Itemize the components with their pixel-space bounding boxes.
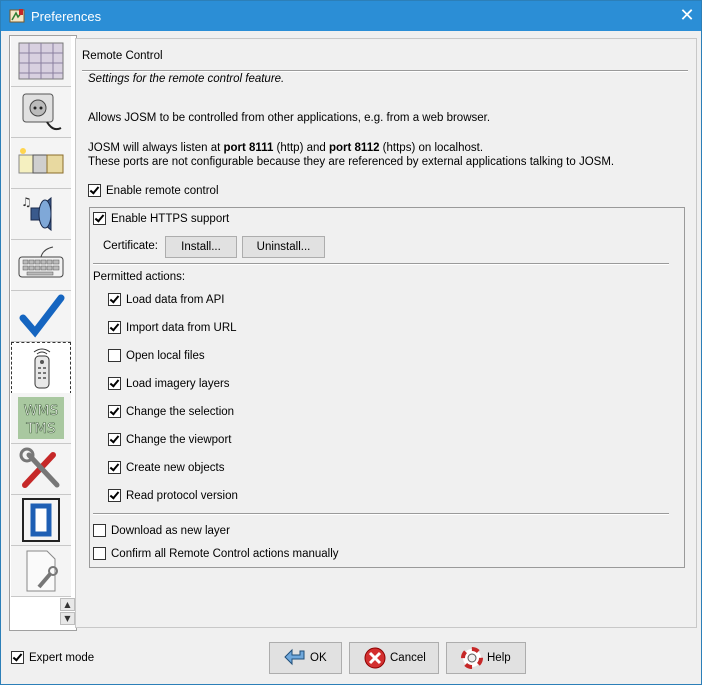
title-bar: Preferences ✕ — [1, 1, 701, 31]
import-data-from-url-checkbox[interactable]: Import data from URL — [108, 321, 237, 334]
checkbox-box[interactable] — [108, 433, 121, 446]
tab-imagery[interactable]: WMS TMS — [11, 393, 71, 444]
tab-remote-control[interactable] — [11, 342, 71, 394]
sound-icon: ♫ — [21, 195, 52, 232]
remote-control-options-group: Enable HTTPS support Certificate: Instal… — [89, 207, 685, 568]
checkbox-box[interactable] — [93, 524, 106, 537]
ok-button[interactable]: OK — [269, 642, 342, 674]
checkbox-box[interactable] — [108, 405, 121, 418]
load-imagery-layers-checkbox[interactable]: Load imagery layers — [108, 377, 230, 390]
port-https: port 8112 — [328, 142, 380, 154]
title-divider — [82, 70, 688, 72]
load-data-from-api-checkbox[interactable]: Load data from API — [108, 293, 224, 306]
change-viewport-checkbox[interactable]: Change the viewport — [108, 433, 231, 446]
checkbox-box[interactable] — [108, 293, 121, 306]
page-subtitle: Settings for the remote control feature. — [88, 73, 285, 85]
checkbox-box[interactable] — [93, 547, 106, 560]
tools-icon — [19, 447, 60, 488]
document-wrench-icon — [26, 550, 58, 592]
tab-validator[interactable] — [11, 291, 71, 342]
help-button[interactable]: Help — [446, 642, 526, 674]
permitted-actions-label: Permitted actions: — [93, 271, 186, 283]
ok-arrow-icon — [284, 648, 305, 666]
plug-icon — [22, 93, 62, 131]
create-new-objects-checkbox[interactable]: Create new objects — [108, 461, 224, 474]
checkbox-box[interactable] — [88, 184, 101, 197]
node-icon — [22, 498, 60, 542]
expert-mode-checkbox[interactable]: Expert mode — [11, 651, 94, 664]
tab-shortcuts[interactable] — [11, 240, 71, 291]
certificate-label: Certificate: — [103, 240, 158, 252]
window-title: Preferences — [31, 9, 102, 24]
map-grid-icon — [18, 42, 64, 80]
lifebuoy-icon — [461, 647, 483, 669]
actions-divider — [93, 513, 669, 515]
port-http: port 8111 — [223, 142, 274, 154]
tab-connection[interactable] — [11, 87, 71, 138]
checkbox-box[interactable] — [108, 461, 121, 474]
install-certificate-button[interactable]: Install... — [165, 236, 237, 258]
remote-control-settings-panel: Remote Control Settings for the remote c… — [75, 38, 697, 628]
checkbox-box[interactable] — [11, 651, 24, 664]
tab-plugins[interactable] — [11, 546, 71, 597]
open-local-files-checkbox[interactable]: Open local files — [108, 349, 205, 362]
tms-label: TMS — [25, 421, 56, 437]
close-icon[interactable]: ✕ — [673, 1, 701, 31]
svg-text:♫: ♫ — [21, 195, 32, 209]
checkmark-icon — [19, 294, 65, 338]
page-title: Remote Control — [82, 50, 163, 62]
tab-map-paint[interactable] — [11, 495, 71, 546]
checkbox-box[interactable] — [108, 349, 121, 362]
enable-remote-control-checkbox[interactable]: Enable remote control — [88, 184, 219, 197]
josm-app-icon — [9, 9, 25, 23]
ports-text: JOSM will always listen at port 8111 (ht… — [88, 142, 484, 154]
tab-data[interactable] — [11, 138, 71, 189]
wms-label: WMS — [24, 403, 59, 419]
remote-control-icon — [33, 348, 51, 389]
description-text: Allows JOSM to be controlled from other … — [88, 112, 491, 124]
download-as-new-layer-checkbox[interactable]: Download as new layer — [93, 524, 230, 537]
checkbox-box[interactable] — [108, 321, 121, 334]
cancel-button[interactable]: Cancel — [349, 642, 439, 674]
folders-icon — [18, 148, 64, 174]
wms-tms-icon: WMS TMS — [18, 397, 64, 439]
tab-audio[interactable]: ♫ — [11, 189, 71, 240]
checkbox-box[interactable] — [93, 212, 106, 225]
enable-https-checkbox[interactable]: Enable HTTPS support — [93, 212, 229, 225]
preferences-tab-list: ♫ WMS TMS ▲ ▼ — [9, 35, 77, 631]
tab-advanced[interactable] — [11, 444, 71, 495]
ports-note-text: These ports are not configurable because… — [88, 156, 615, 168]
keyboard-icon — [18, 246, 64, 278]
https-divider — [93, 263, 669, 265]
checkbox-box[interactable] — [108, 377, 121, 390]
change-selection-checkbox[interactable]: Change the selection — [108, 405, 234, 418]
scroll-down-button[interactable]: ▼ — [60, 612, 75, 625]
uninstall-certificate-button[interactable]: Uninstall... — [242, 236, 325, 258]
scroll-up-button[interactable]: ▲ — [60, 598, 75, 611]
cancel-icon — [364, 647, 386, 669]
preferences-window: Preferences ✕ ♫ WMS TMS ▲ ▼ Remote Contr… — [0, 0, 702, 685]
checkbox-box[interactable] — [108, 489, 121, 502]
read-protocol-version-checkbox[interactable]: Read protocol version — [108, 489, 238, 502]
tab-map-settings[interactable] — [11, 36, 71, 87]
confirm-all-actions-checkbox[interactable]: Confirm all Remote Control actions manua… — [93, 547, 339, 560]
